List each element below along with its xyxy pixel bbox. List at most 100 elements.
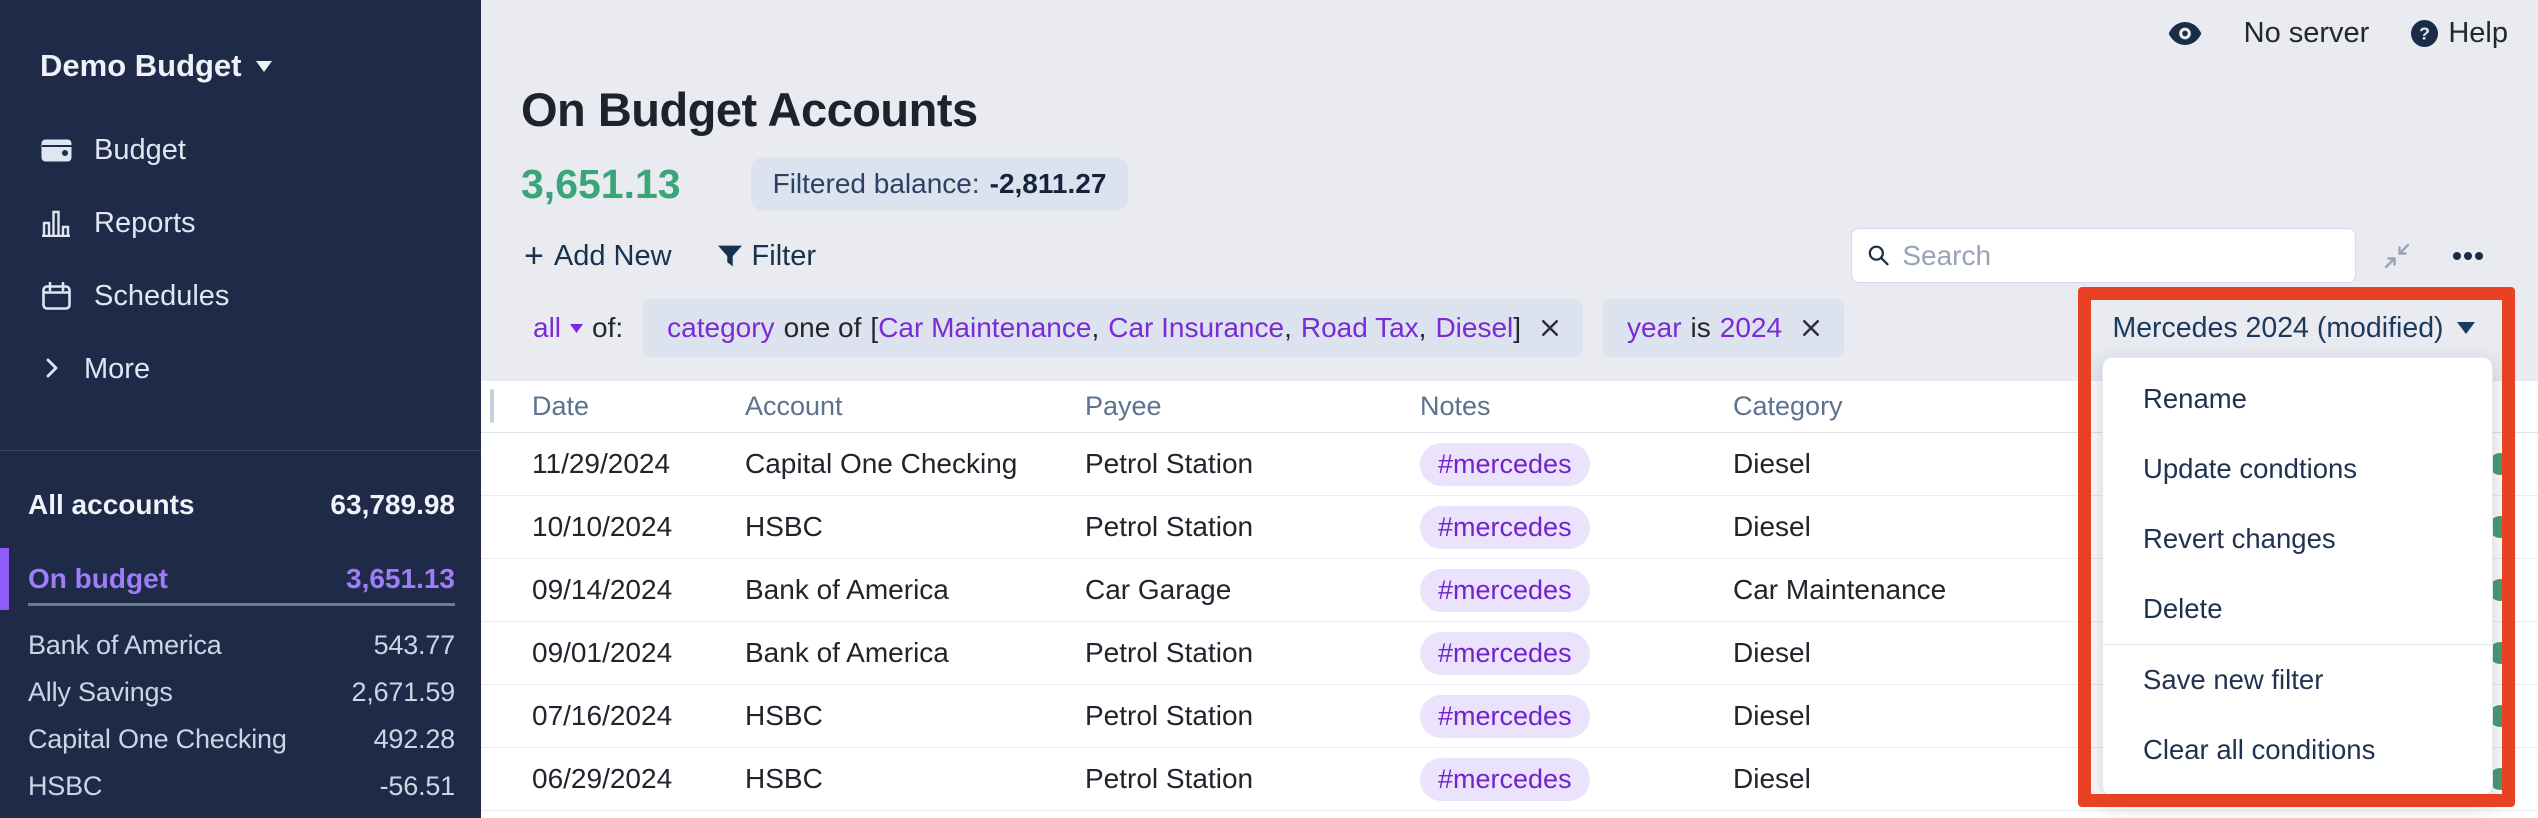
filtered-balance-label: Filtered balance: bbox=[773, 168, 980, 200]
col-header-notes[interactable]: Notes bbox=[1420, 391, 1733, 422]
filter-label: Filter bbox=[752, 240, 816, 273]
menu-item-revert-changes[interactable]: Revert changes bbox=[2103, 504, 2492, 574]
toolbar: + Add New Filter bbox=[524, 230, 816, 282]
sidebar-account-bank-of-america[interactable]: Bank of America 543.77 bbox=[0, 622, 481, 669]
cell-payee: Petrol Station bbox=[1085, 700, 1420, 732]
cell-account: HSBC bbox=[745, 511, 1085, 543]
operator-value: all bbox=[533, 312, 561, 344]
remove-condition-icon[interactable] bbox=[1802, 319, 1820, 337]
sidebar-item-budget[interactable]: Budget bbox=[0, 125, 481, 175]
separator: , bbox=[1419, 312, 1427, 344]
account-balance: 492.28 bbox=[374, 724, 455, 755]
filtered-balance-value: -2,811.27 bbox=[990, 168, 1107, 200]
cell-payee: Car Garage bbox=[1085, 574, 1420, 606]
condition-year[interactable]: year is 2024 bbox=[1603, 299, 1844, 357]
budget-switcher[interactable]: Demo Budget bbox=[40, 48, 272, 84]
cell-date: 06/29/2024 bbox=[532, 763, 745, 795]
condition-field: year bbox=[1627, 312, 1681, 344]
search-icon bbox=[1868, 244, 1889, 267]
sidebar: Demo Budget Budget Reports Schedules bbox=[0, 0, 481, 818]
sidebar-divider bbox=[0, 450, 481, 451]
table-row-partial bbox=[481, 811, 2538, 818]
on-budget-underline bbox=[28, 603, 455, 606]
cell-date: 07/16/2024 bbox=[532, 700, 745, 732]
note-tag: #mercedes bbox=[1420, 506, 1590, 549]
cell-payee: Petrol Station bbox=[1085, 637, 1420, 669]
cell-payee: Petrol Station bbox=[1085, 511, 1420, 543]
cell-date: 09/14/2024 bbox=[532, 574, 745, 606]
saved-filter-name: Mercedes 2024 (modified) bbox=[2112, 312, 2443, 345]
condition-value: Diesel bbox=[1435, 312, 1513, 344]
col-header-account[interactable]: Account bbox=[745, 391, 1085, 422]
condition-value: Car Maintenance bbox=[878, 312, 1091, 344]
account-name: Bank of America bbox=[28, 630, 222, 661]
svg-text:?: ? bbox=[2419, 23, 2430, 43]
account-balance: 2,671.59 bbox=[352, 677, 456, 708]
cell-account: Capital One Checking bbox=[745, 448, 1085, 480]
search-input[interactable] bbox=[1902, 240, 2341, 272]
cell-notes: #mercedes bbox=[1420, 569, 1733, 612]
menu-item-update-conditions[interactable]: Update condtions bbox=[2103, 434, 2492, 504]
cell-account: HSBC bbox=[745, 763, 1085, 795]
note-tag: #mercedes bbox=[1420, 569, 1590, 612]
sidebar-account-capital-one-checking[interactable]: Capital One Checking 492.28 bbox=[0, 716, 481, 763]
account-balance: 543.77 bbox=[374, 630, 455, 661]
menu-item-delete[interactable]: Delete bbox=[2103, 574, 2492, 644]
note-tag: #mercedes bbox=[1420, 695, 1590, 738]
total-balance: 3,651.13 bbox=[521, 161, 681, 208]
menu-item-save-new-filter[interactable]: Save new filter bbox=[2103, 645, 2492, 715]
help-icon: ? bbox=[2411, 20, 2438, 47]
balance-row: 3,651.13 Filtered balance: -2,811.27 bbox=[521, 158, 1128, 210]
on-budget-balance: 3,651.13 bbox=[346, 563, 455, 595]
chevron-down-icon bbox=[2457, 322, 2475, 334]
cell-date: 11/29/2024 bbox=[532, 448, 745, 480]
budget-name: Demo Budget bbox=[40, 48, 242, 84]
cell-date: 09/01/2024 bbox=[532, 637, 745, 669]
help-button[interactable]: ? Help bbox=[2411, 17, 2508, 50]
cell-account: Bank of America bbox=[745, 574, 1085, 606]
select-all-checkbox[interactable] bbox=[490, 389, 494, 423]
remove-condition-icon[interactable] bbox=[1541, 319, 1559, 337]
topbar: No server ? Help bbox=[2168, 8, 2508, 58]
col-header-payee[interactable]: Payee bbox=[1085, 391, 1420, 422]
sidebar-item-reports[interactable]: Reports bbox=[0, 198, 481, 248]
all-accounts-balance: 63,789.98 bbox=[330, 489, 455, 521]
cell-account: Bank of America bbox=[745, 637, 1085, 669]
sidebar-item-more[interactable]: More bbox=[0, 344, 481, 394]
on-budget-label: On budget bbox=[28, 563, 168, 595]
conditions-operator[interactable]: all of: bbox=[533, 312, 623, 344]
add-new-button[interactable]: + Add New bbox=[524, 237, 672, 276]
sidebar-account-hsbc[interactable]: HSBC -56.51 bbox=[0, 763, 481, 810]
wallet-icon bbox=[40, 138, 72, 163]
sidebar-item-schedules[interactable]: Schedules bbox=[0, 271, 481, 321]
cell-payee: Petrol Station bbox=[1085, 448, 1420, 480]
server-status[interactable]: No server bbox=[2244, 17, 2370, 50]
account-name: Capital One Checking bbox=[28, 724, 287, 755]
menu-item-rename[interactable]: Rename bbox=[2103, 364, 2492, 434]
condition-verb: is bbox=[1691, 312, 1711, 344]
cell-notes: #mercedes bbox=[1420, 506, 1733, 549]
separator: , bbox=[1091, 312, 1099, 344]
sidebar-item-on-budget[interactable]: On budget 3,651.13 bbox=[0, 562, 481, 596]
condition-category[interactable]: category one of [ Car Maintenance, Car I… bbox=[643, 299, 1583, 357]
account-balance: -56.51 bbox=[380, 771, 455, 802]
cell-date: 10/10/2024 bbox=[532, 511, 745, 543]
cell-payee: Petrol Station bbox=[1085, 763, 1420, 795]
collapse-transactions-icon[interactable] bbox=[2384, 243, 2410, 269]
cell-notes: #mercedes bbox=[1420, 632, 1733, 675]
sidebar-item-all-accounts[interactable]: All accounts 63,789.98 bbox=[0, 488, 481, 522]
col-header-date[interactable]: Date bbox=[532, 391, 745, 422]
condition-verb: one of bbox=[784, 312, 862, 344]
account-name: Ally Savings bbox=[28, 677, 173, 708]
saved-filter-dropdown[interactable]: Mercedes 2024 (modified) bbox=[2075, 304, 2512, 352]
menu-item-clear-all-conditions[interactable]: Clear all conditions bbox=[2103, 715, 2492, 785]
filter-button[interactable]: Filter bbox=[718, 240, 816, 273]
all-accounts-label: All accounts bbox=[28, 489, 194, 521]
sidebar-account-ally-savings[interactable]: Ally Savings 2,671.59 bbox=[0, 669, 481, 716]
sidebar-item-label: Budget bbox=[94, 134, 186, 167]
add-new-label: Add New bbox=[554, 240, 672, 273]
more-options-icon[interactable] bbox=[2453, 251, 2483, 261]
privacy-eye-icon[interactable] bbox=[2168, 22, 2202, 45]
chevron-right-icon bbox=[46, 353, 58, 386]
cell-notes: #mercedes bbox=[1420, 695, 1733, 738]
